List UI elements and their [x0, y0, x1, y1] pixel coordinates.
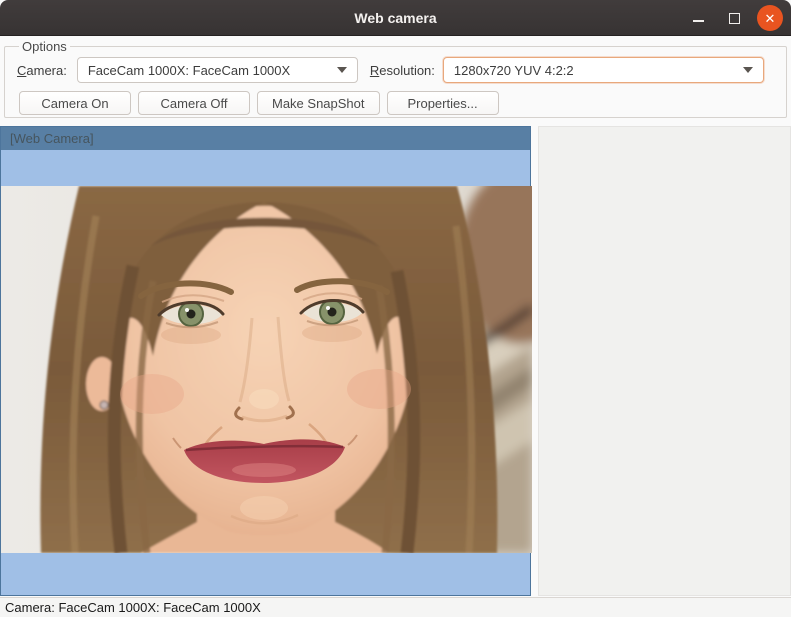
window-title: Web camera	[354, 10, 436, 26]
make-snapshot-button[interactable]: Make SnapShot	[257, 91, 380, 115]
titlebar: Web camera ✕	[0, 0, 791, 36]
web-camera-window: Web camera ✕ Options Camera: FaceCam 100…	[0, 0, 791, 617]
maximize-button[interactable]	[721, 5, 747, 31]
camera-off-button[interactable]: Camera Off	[138, 91, 250, 115]
camera-label: Camera:	[17, 63, 67, 78]
minimize-button[interactable]	[685, 5, 711, 31]
status-bar: Camera: FaceCam 1000X: FaceCam 1000X	[0, 597, 791, 617]
close-icon: ✕	[765, 12, 776, 25]
options-legend: Options	[19, 39, 70, 54]
webcam-video-frame	[1, 186, 530, 553]
close-button[interactable]: ✕	[757, 5, 783, 31]
device-row: Camera: FaceCam 1000X: FaceCam 1000X Res…	[17, 57, 774, 83]
side-panel	[538, 126, 791, 596]
chevron-down-icon	[337, 67, 347, 73]
options-groupbox: Options Camera: FaceCam 1000X: FaceCam 1…	[4, 39, 787, 118]
resolution-select[interactable]: 1280x720 YUV 4:2:2	[443, 57, 764, 83]
video-letterbox-top	[1, 150, 530, 186]
camera-select-value: FaceCam 1000X: FaceCam 1000X	[88, 63, 290, 78]
properties-button[interactable]: Properties...	[387, 91, 499, 115]
maximize-icon	[729, 13, 740, 24]
window-controls: ✕	[685, 0, 783, 36]
window-content: Options Camera: FaceCam 1000X: FaceCam 1…	[0, 36, 791, 597]
main-area: [Web Camera]	[0, 126, 791, 596]
status-text: Camera: FaceCam 1000X: FaceCam 1000X	[5, 600, 261, 615]
camera-on-button[interactable]: Camera On	[19, 91, 131, 115]
webcam-portrait-image	[1, 186, 532, 553]
chevron-down-icon	[743, 67, 753, 73]
video-header: [Web Camera]	[1, 127, 530, 150]
resolution-label: Resolution:	[370, 63, 435, 78]
video-overlay-label: [Web Camera]	[10, 131, 94, 146]
actions-row: Camera On Camera Off Make SnapShot Prope…	[17, 91, 774, 115]
minimize-icon	[693, 20, 704, 22]
video-letterbox-bottom	[1, 553, 530, 595]
video-panel: [Web Camera]	[0, 126, 531, 596]
camera-select[interactable]: FaceCam 1000X: FaceCam 1000X	[77, 57, 358, 83]
resolution-select-value: 1280x720 YUV 4:2:2	[454, 63, 574, 78]
